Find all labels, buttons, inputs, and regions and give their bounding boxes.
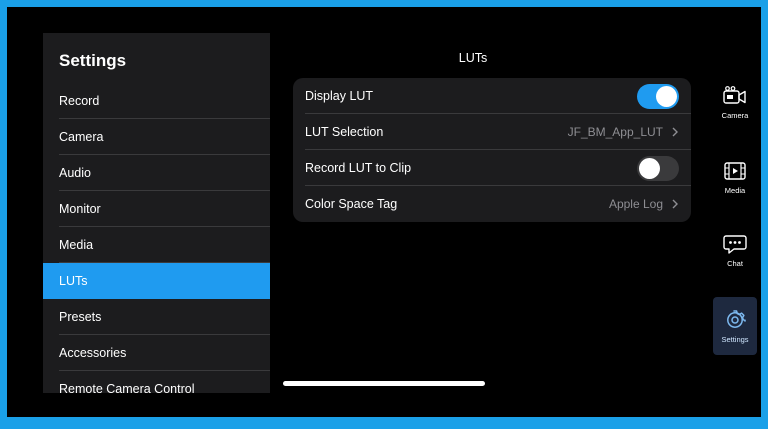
rail-settings[interactable]: Settings [713, 297, 757, 355]
chevron-right-icon [672, 127, 678, 137]
sidebar-item-label: Presets [59, 310, 102, 324]
display-lut-row: Display LUT [293, 78, 691, 114]
sidebar-list: Record Camera Audio Monitor Media LUTs P… [43, 83, 270, 393]
chat-bubble-icon [723, 234, 747, 254]
film-play-icon [724, 161, 746, 180]
rail-media-label: Media [724, 185, 746, 195]
sidebar-item-luts[interactable]: LUTs [43, 263, 270, 299]
color-space-value: Apple Log [608, 197, 663, 211]
lut-selection-value: JF_BM_App_LUT [567, 125, 663, 139]
record-lut-toggle[interactable] [637, 155, 679, 181]
color-space-row[interactable]: Color Space Tag Apple Log [293, 186, 691, 222]
sidebar-item-label: Audio [59, 166, 91, 180]
toggle-knob [656, 85, 677, 107]
record-lut-label: Record LUT to Clip [305, 161, 412, 175]
display-lut-label: Display LUT [305, 89, 374, 103]
sidebar-item-remote-camera-control[interactable]: Remote Camera Control [43, 371, 270, 393]
lut-selection-row[interactable]: LUT Selection JF_BM_App_LUT [293, 114, 691, 150]
sidebar-item-camera[interactable]: Camera [43, 119, 270, 155]
color-space-label: Color Space Tag [305, 197, 398, 211]
rail-chat[interactable]: Chat [713, 221, 757, 279]
settings-sidebar: Settings Record Camera Audio Monitor Med… [43, 33, 270, 393]
sidebar-item-presets[interactable]: Presets [43, 299, 270, 335]
sidebar-item-label: Monitor [59, 202, 101, 216]
display-lut-toggle[interactable] [637, 83, 679, 109]
lut-selection-label: LUT Selection [305, 125, 384, 139]
rail-camera-label: Camera [721, 110, 749, 120]
toggle-knob [639, 157, 660, 179]
sidebar-item-audio[interactable]: Audio [43, 155, 270, 191]
sidebar-item-monitor[interactable]: Monitor [43, 191, 270, 227]
app-screen: Settings Record Camera Audio Monitor Med… [7, 7, 761, 417]
record-lut-row: Record LUT to Clip [293, 150, 691, 186]
sidebar-item-label: Record [59, 94, 100, 108]
rail-media[interactable]: Media [713, 148, 757, 206]
sidebar-item-media[interactable]: Media [43, 227, 270, 263]
rail-settings-label: Settings [721, 334, 749, 344]
home-indicator [283, 381, 485, 386]
sidebar-item-label: Remote Camera Control [59, 382, 195, 393]
rail-chat-label: Chat [727, 258, 743, 268]
gear-icon [727, 309, 746, 328]
sidebar-item-label: Accessories [59, 346, 127, 360]
sidebar-title: Settings [59, 51, 127, 70]
sidebar-item-label: LUTs [59, 274, 88, 288]
sidebar-item-accessories[interactable]: Accessories [43, 335, 270, 371]
sidebar-item-label: Camera [59, 130, 104, 144]
sidebar-item-label: Media [59, 238, 94, 252]
chevron-right-icon [672, 199, 678, 209]
page-title: LUTs [458, 51, 488, 65]
rail-camera[interactable]: Camera [713, 73, 757, 131]
sidebar-item-record[interactable]: Record [43, 83, 270, 119]
lut-settings-card: Display LUT LUT Selection JF_BM_App_LUT … [293, 78, 691, 222]
video-camera-icon [723, 85, 746, 104]
